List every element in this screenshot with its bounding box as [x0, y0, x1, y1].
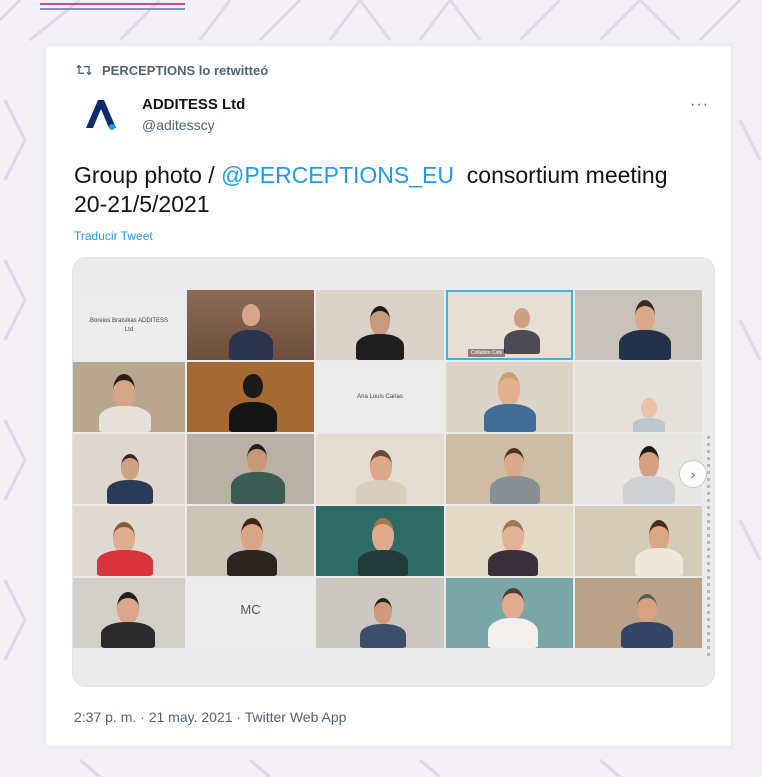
participant-head: [504, 448, 524, 477]
photo-next-button[interactable]: ›: [679, 460, 707, 488]
participant-head: [121, 454, 139, 480]
participant-head: [514, 308, 530, 328]
participant-body: [621, 622, 673, 648]
participant-head: [374, 598, 392, 624]
participant-caption: Collabito Cafe: [468, 349, 506, 357]
participant-tile: [316, 434, 444, 504]
participant-body: [358, 550, 408, 576]
participant-head: [637, 594, 657, 622]
participant-tile: [316, 290, 444, 360]
participant-head: [113, 522, 135, 553]
participant-body: [490, 476, 540, 504]
meta-separator: ·: [232, 709, 245, 725]
participant-tile: [575, 290, 702, 360]
participant-head: [372, 518, 394, 552]
participant-body: [488, 618, 538, 648]
participant-head: [639, 446, 659, 478]
participant-body: [101, 622, 155, 648]
tweet-source[interactable]: Twitter Web App: [245, 709, 347, 725]
meta-separator: ·: [136, 709, 149, 725]
retweet-icon: [76, 64, 92, 76]
tweet-card[interactable]: PERCEPTIONS lo retwitteó ADDITESS Ltd @a…: [45, 45, 732, 747]
participant-body: [231, 472, 285, 504]
participant-body: [229, 330, 273, 360]
participant-tile: Ana Louis Carias: [316, 362, 444, 432]
participant-body: [488, 550, 538, 576]
participant-head: [641, 398, 657, 418]
mention-link[interactable]: @PERCEPTIONS_EU: [221, 162, 454, 188]
participant-head: [498, 372, 520, 406]
retweet-label: PERCEPTIONS lo retwitteó: [102, 62, 269, 78]
participant-body: [107, 480, 153, 504]
participant-tile: [73, 506, 185, 576]
participant-body: [99, 406, 151, 432]
participant-tile: [73, 578, 185, 648]
participant-tile: [446, 578, 573, 648]
participant-body: [623, 476, 675, 504]
tweet-time[interactable]: 2:37 p. m.: [74, 709, 136, 725]
participant-name-sublabel: Ltd: [124, 327, 134, 333]
participant-tile: [187, 362, 314, 432]
participant-name-label: Boreios Bratsikas ADDITESS: [89, 318, 169, 324]
participant-head: [117, 592, 139, 624]
participant-body: [356, 480, 406, 504]
participant-body: [484, 404, 536, 432]
participant-body: [504, 330, 540, 354]
participant-body: [227, 550, 277, 576]
participant-tile: [73, 362, 185, 432]
author-handle[interactable]: @aditesscy: [142, 117, 215, 133]
participant-body: [97, 550, 153, 576]
participant-tile: [575, 362, 702, 432]
participant-body: [635, 548, 683, 576]
participant-tile: [316, 506, 444, 576]
tweet-photo[interactable]: Boreios Bratsikas ADDITESS Ltd Collabito…: [72, 257, 715, 687]
participant-body: [356, 334, 404, 360]
participant-body: [360, 624, 406, 648]
participant-head: [370, 450, 392, 482]
author-name[interactable]: ADDITESS Ltd: [142, 96, 245, 113]
tweet-date[interactable]: 21 may. 2021: [149, 709, 233, 725]
participant-tile: [316, 578, 444, 648]
tweet-text-start: Group photo /: [74, 162, 222, 188]
participant-tile: [187, 506, 314, 576]
participant-name-label: Ana Louis Carias: [357, 394, 403, 400]
participant-head: [502, 520, 524, 552]
participant-head: [635, 300, 655, 332]
participant-head: [370, 306, 390, 335]
participant-tile: [446, 434, 573, 504]
participant-body: [633, 418, 665, 432]
participant-head: [502, 588, 524, 619]
more-options-button[interactable]: ···: [690, 96, 709, 114]
participant-tile: MC: [187, 578, 314, 648]
tweet-text: Group photo / @PERCEPTIONS_EU consortium…: [74, 161, 674, 219]
participant-head: [113, 374, 135, 408]
participant-head: [241, 518, 263, 552]
translate-tweet-link[interactable]: Traducir Tweet: [74, 229, 153, 243]
participant-head: [247, 444, 267, 473]
participant-body: [229, 402, 277, 432]
participant-tile-active: Collabito Cafe: [446, 290, 573, 360]
author-avatar[interactable]: [82, 94, 120, 132]
side-text-strip: [707, 436, 710, 656]
participant-tile: [575, 578, 702, 648]
participant-tile: [446, 506, 573, 576]
participant-tile: [187, 434, 314, 504]
participant-tile: [446, 362, 573, 432]
participant-head: [242, 304, 260, 326]
tweet-metadata: 2:37 p. m. · 21 may. 2021 · Twitter Web …: [74, 709, 346, 725]
participant-tile: Boreios Bratsikas ADDITESS Ltd: [73, 290, 185, 360]
participant-initials: MC: [240, 602, 261, 617]
retweet-context[interactable]: PERCEPTIONS lo retwitteó: [76, 62, 268, 78]
participant-body: [619, 330, 671, 360]
participant-tile: [575, 506, 702, 576]
participant-head: [243, 374, 263, 398]
participant-tile: [187, 290, 314, 360]
participant-tile: [73, 434, 185, 504]
